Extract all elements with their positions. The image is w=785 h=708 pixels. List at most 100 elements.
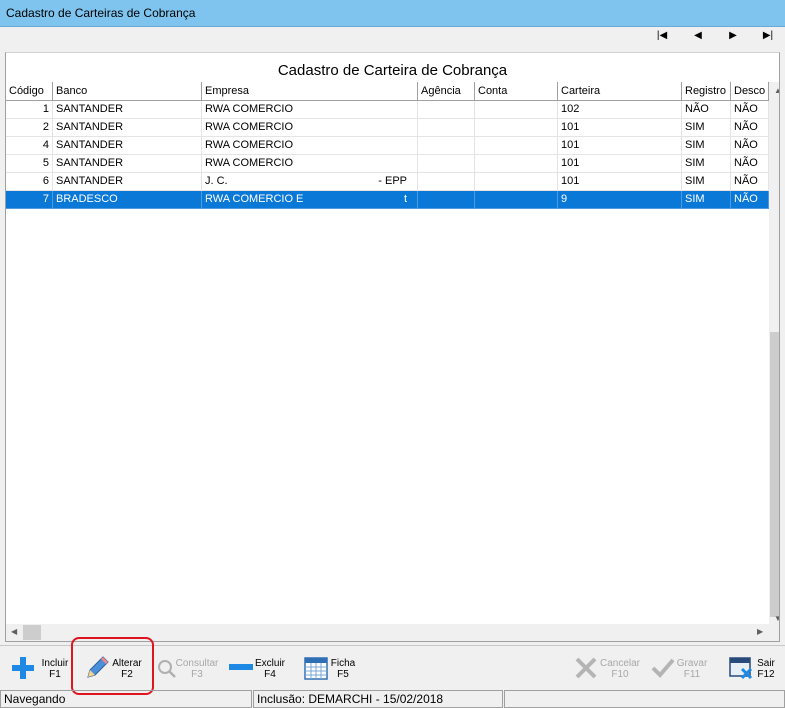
previous-record-button[interactable]: ◀ xyxy=(687,30,709,46)
scroll-right-icon[interactable]: ▶ xyxy=(757,627,763,636)
cell-desconto: NÃO xyxy=(731,137,769,155)
cell-agencia xyxy=(418,119,475,137)
cell-banco: BRADESCO xyxy=(53,191,202,209)
cell-carteira: 9 xyxy=(558,191,682,209)
empresa-name: RWA COMERCIO xyxy=(205,121,294,133)
carteiras-grid[interactable]: Código Banco Empresa Agência Conta Carte… xyxy=(5,82,780,642)
cell-codigo: 1 xyxy=(6,101,53,119)
status-extra-panel xyxy=(504,690,785,708)
table-row[interactable]: 1 SANTANDER RWA COMERCIO 102 NÃO NÃO xyxy=(6,101,769,119)
cell-desconto: NÃO xyxy=(731,191,769,209)
cell-agencia xyxy=(418,191,475,209)
page-title: Cadastro de Carteira de Cobrança xyxy=(277,62,508,79)
cell-empresa: RWA COMERCIO xyxy=(202,101,418,119)
cell-registro: NÃO xyxy=(682,101,731,119)
cell-codigo: 5 xyxy=(6,155,53,173)
status-info: Inclusão: DEMARCHI - 15/02/2018 xyxy=(253,690,503,708)
cell-banco: SANTANDER xyxy=(53,119,202,137)
cell-empresa: RWA COMERCIO xyxy=(202,137,418,155)
table-row[interactable]: 4 SANTANDER RWA COMERCIO 101 SIM NÃO xyxy=(6,137,769,155)
grid-heading: Cadastro de Carteira de Cobrança xyxy=(5,52,780,82)
main-window: Cadastro de Carteiras de Cobrança |◀ ◀ ▶… xyxy=(0,0,785,708)
cell-empresa: RWA COMERCIO xyxy=(202,119,418,137)
cell-registro: SIM xyxy=(682,155,731,173)
cell-desconto: NÃO xyxy=(731,119,769,137)
cell-conta xyxy=(475,119,558,137)
plus-icon xyxy=(12,657,34,679)
cell-agencia xyxy=(418,137,475,155)
cell-codigo: 4 xyxy=(6,137,53,155)
grid-header: Código Banco Empresa Agência Conta Carte… xyxy=(6,82,769,101)
cell-empresa: RWA COMERCIO xyxy=(202,155,418,173)
scroll-down-icon[interactable]: ▼ xyxy=(774,614,779,623)
column-header-empresa[interactable]: Empresa xyxy=(202,82,418,101)
cell-carteira: 101 xyxy=(558,119,682,137)
cell-registro: SIM xyxy=(682,191,731,209)
scroll-up-icon[interactable]: ▲ xyxy=(774,86,779,95)
cell-agencia xyxy=(418,155,475,173)
vertical-scroll-thumb[interactable] xyxy=(770,332,779,617)
column-header-conta[interactable]: Conta xyxy=(475,82,558,101)
cell-codigo: 6 xyxy=(6,173,53,191)
status-bar: Navegando Inclusão: DEMARCHI - 15/02/201… xyxy=(0,689,785,708)
next-record-button[interactable]: ▶ xyxy=(722,30,744,46)
horizontal-scroll-thumb[interactable] xyxy=(23,625,41,640)
cell-codigo: 7 xyxy=(6,191,53,209)
gravar-shortcut: F11 xyxy=(683,669,701,680)
cell-conta xyxy=(475,101,558,119)
empresa-name: RWA COMERCIO E xyxy=(205,193,304,205)
minus-icon xyxy=(229,664,253,670)
column-header-registro[interactable]: Registro xyxy=(682,82,731,101)
cell-carteira: 101 xyxy=(558,137,682,155)
calendar-icon xyxy=(304,657,328,680)
table-row[interactable]: 2 SANTANDER RWA COMERCIO 101 SIM NÃO xyxy=(6,119,769,137)
cell-banco: SANTANDER xyxy=(53,101,202,119)
cell-registro: SIM xyxy=(682,119,731,137)
vertical-scrollbar[interactable]: ▲ ▼ xyxy=(769,82,779,641)
status-mode: Navegando xyxy=(0,690,252,708)
checkmark-icon xyxy=(651,658,675,678)
sair-button[interactable]: Sair F12 xyxy=(728,652,778,684)
cell-banco: SANTANDER xyxy=(53,137,202,155)
column-header-banco[interactable]: Banco xyxy=(53,82,202,101)
cell-carteira: 101 xyxy=(558,173,682,191)
cell-conta xyxy=(475,137,558,155)
cell-desconto: NÃO xyxy=(731,155,769,173)
alterar-highlight-annotation xyxy=(71,637,154,695)
scroll-left-icon[interactable]: ◀ xyxy=(11,627,17,636)
empresa-name: J. C. xyxy=(205,175,228,187)
excluir-label: Excluir xyxy=(254,658,285,669)
empresa-suffix: t xyxy=(403,193,407,205)
excluir-button[interactable]: Excluir F4 xyxy=(228,652,288,684)
consultar-shortcut: F3 xyxy=(191,669,203,680)
ficha-label: Ficha xyxy=(330,658,356,669)
cancelar-button[interactable]: Cancelar F10 xyxy=(573,652,643,684)
cell-conta xyxy=(475,173,558,191)
first-record-button[interactable]: |◀ xyxy=(651,30,673,46)
table-row[interactable]: 5 SANTANDER RWA COMERCIO 101 SIM NÃO xyxy=(6,155,769,173)
table-row[interactable]: 6 SANTANDER J. C. - EPP 101 SIM NÃO xyxy=(6,173,769,191)
column-header-codigo[interactable]: Código xyxy=(6,82,53,101)
sair-label: Sair xyxy=(757,658,775,669)
empresa-suffix: - EPP xyxy=(378,175,407,187)
ficha-button[interactable]: Ficha F5 xyxy=(303,652,358,684)
consultar-button[interactable]: Consultar F3 xyxy=(155,652,219,684)
cell-desconto: NÃO xyxy=(731,173,769,191)
gravar-button[interactable]: Gravar F11 xyxy=(650,652,712,684)
title-bar: Cadastro de Carteiras de Cobrança xyxy=(0,0,785,27)
incluir-button[interactable]: Incluir F1 xyxy=(10,652,72,684)
cell-empresa: RWA COMERCIO E t xyxy=(202,191,418,209)
last-record-button[interactable]: ▶| xyxy=(757,30,779,46)
sair-shortcut: F12 xyxy=(757,669,775,680)
table-row[interactable]: 7 BRADESCO RWA COMERCIO E t 9 SIM NÃO xyxy=(6,191,769,209)
column-header-carteira[interactable]: Carteira xyxy=(558,82,682,101)
cell-empresa: J. C. - EPP xyxy=(202,173,418,191)
x-icon xyxy=(575,657,597,679)
consultar-label: Consultar xyxy=(175,658,219,669)
cell-agencia xyxy=(418,101,475,119)
column-header-agencia[interactable]: Agência xyxy=(418,82,475,101)
incluir-shortcut: F1 xyxy=(49,669,61,680)
incluir-label: Incluir xyxy=(41,658,69,669)
column-header-desconto[interactable]: Desco xyxy=(731,82,769,101)
gravar-label: Gravar xyxy=(676,658,708,669)
